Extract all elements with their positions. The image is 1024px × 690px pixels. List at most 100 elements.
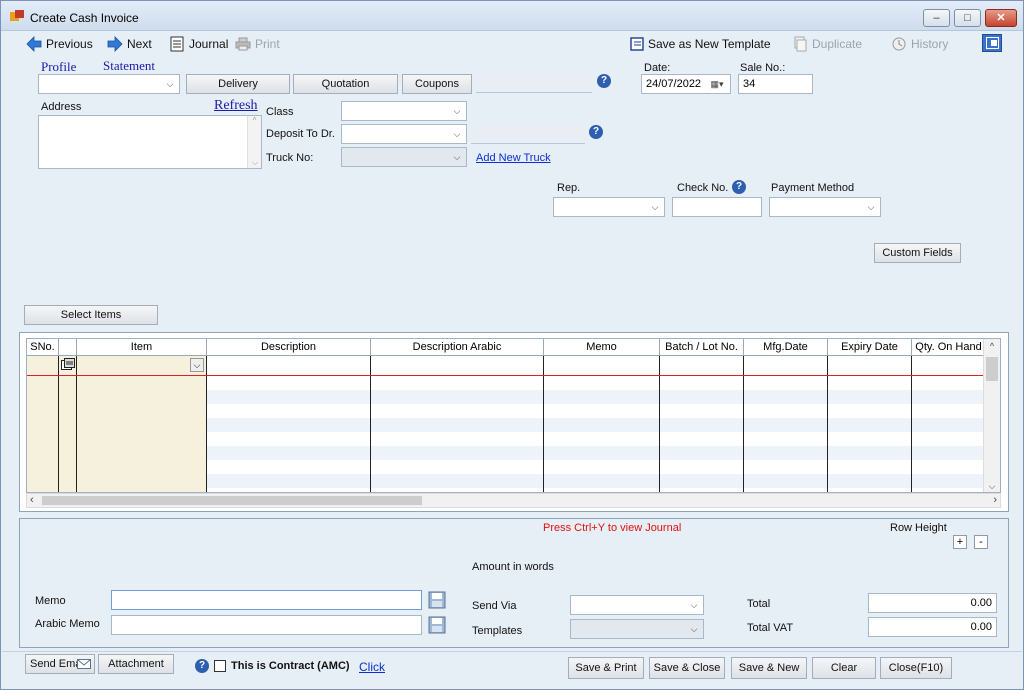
deposit-to-select[interactable]: ⌵ [341, 124, 467, 144]
total-value: 0.00 [868, 593, 997, 613]
close-button[interactable]: Close(F10) [880, 657, 952, 679]
col-header-memo[interactable]: Memo [544, 339, 660, 356]
help-icon[interactable]: ? [589, 125, 603, 139]
row-lookup-cell[interactable] [59, 357, 76, 373]
delivery-button[interactable]: Delivery [186, 74, 290, 94]
send-email-button[interactable]: Send Email [25, 654, 95, 674]
contract-click-link[interactable]: Click [359, 660, 385, 674]
save-icon[interactable] [428, 616, 446, 634]
select-items-button[interactable]: Select Items [24, 305, 158, 325]
save-icon[interactable] [428, 591, 446, 609]
journal-icon [170, 36, 184, 52]
layout-toggle-button[interactable] [982, 34, 1002, 52]
title-bar: Create Cash Invoice – □ ✕ [1, 1, 1023, 31]
class-label: Class [266, 106, 294, 118]
add-new-truck-link[interactable]: Add New Truck [476, 152, 551, 164]
col-header-batch[interactable]: Batch / Lot No. [660, 339, 744, 356]
sale-no-input[interactable]: 34 [738, 74, 813, 94]
save-new-button[interactable]: Save & New [731, 657, 807, 679]
arabic-memo-input[interactable] [111, 615, 422, 635]
col-header-expiry-date[interactable]: Expiry Date [828, 339, 912, 356]
payment-method-select[interactable]: ⌵ [769, 197, 881, 217]
close-window-button[interactable]: ✕ [985, 9, 1017, 27]
next-button[interactable]: Next [107, 35, 152, 53]
col-header-item[interactable]: Item [77, 339, 207, 356]
address-scrollbar[interactable]: ^ ⌵ [247, 116, 261, 168]
previous-button[interactable]: Previous [26, 35, 93, 53]
contract-checkbox[interactable] [214, 660, 226, 672]
date-picker[interactable]: 24/07/2022 ▦▾ [641, 74, 731, 94]
col-header-description-arabic[interactable]: Description Arabic [371, 339, 544, 356]
check-no-input[interactable] [672, 197, 762, 217]
save-print-button[interactable]: Save & Print [568, 657, 644, 679]
current-row-marker [27, 375, 985, 376]
print-button[interactable]: Print [235, 35, 280, 53]
scroll-thumb[interactable] [986, 357, 998, 381]
chevron-down-icon: ⌵ [453, 152, 461, 162]
send-via-select[interactable]: ⌵ [570, 595, 704, 615]
journal-hint: Press Ctrl+Y to view Journal [543, 522, 682, 534]
profile-link[interactable]: Profile [41, 59, 76, 75]
chevron-down-icon[interactable]: ⌵ [190, 358, 204, 372]
templates-select[interactable]: ⌵ [570, 619, 704, 639]
custom-fields-button[interactable]: Custom Fields [874, 243, 961, 263]
history-button[interactable]: History [891, 35, 948, 53]
address-label: Address [41, 101, 82, 113]
coupon-field[interactable] [476, 71, 592, 93]
duplicate-icon [794, 36, 807, 52]
deposit-account-field[interactable] [471, 122, 585, 144]
coupons-button[interactable]: Coupons [402, 74, 472, 94]
refresh-link[interactable]: Refresh [214, 98, 258, 114]
save-template-button[interactable]: Save as New Template [630, 35, 771, 53]
col-header-blank[interactable] [59, 339, 77, 356]
arabic-memo-label: Arabic Memo [35, 618, 100, 630]
help-icon[interactable]: ? [195, 659, 209, 673]
save-close-button[interactable]: Save & Close [649, 657, 725, 679]
grid-horizontal-scrollbar[interactable]: ‹ › [26, 493, 1001, 508]
items-grid-panel: SNo. Item Description Description Arabic… [19, 332, 1009, 512]
grid-vertical-scrollbar[interactable]: ^ ⌵ [983, 339, 1000, 492]
clear-button[interactable]: Clear [812, 657, 876, 679]
minimize-button[interactable]: – [923, 9, 950, 27]
email-icon [77, 659, 91, 669]
template-icon [630, 37, 644, 51]
col-header-description[interactable]: Description [207, 339, 371, 356]
journal-button[interactable]: Journal [169, 35, 228, 53]
address-textarea[interactable]: ^ ⌵ [38, 115, 262, 169]
attachment-button[interactable]: Attachment [98, 654, 174, 674]
window-layout-icon [986, 37, 999, 49]
send-via-label: Send Via [472, 600, 517, 612]
col-header-mfg-date[interactable]: Mfg.Date [744, 339, 828, 356]
truck-no-select[interactable]: ⌵ [341, 147, 467, 167]
row-height-plus-button[interactable]: + [953, 535, 967, 549]
row-height-minus-button[interactable]: - [974, 535, 988, 549]
help-icon[interactable]: ? [732, 180, 746, 194]
row-stripe [207, 474, 985, 488]
col-divider [76, 356, 77, 492]
maximize-button[interactable]: □ [954, 9, 981, 27]
templates-label: Templates [472, 625, 523, 637]
col-header-qty-on-hand[interactable]: Qty. On Hand [912, 339, 985, 356]
customer-select[interactable]: ⌵ [38, 74, 180, 94]
rep-label: Rep. [557, 182, 581, 194]
calendar-icon: ▦▾ [710, 79, 724, 89]
total-vat-label: Total VAT [747, 622, 794, 634]
duplicate-label: Duplicate [812, 37, 863, 51]
row-height-label: Row Height [890, 522, 947, 534]
row-stripe [207, 390, 985, 404]
quotation-button[interactable]: Quotation [293, 74, 398, 94]
scroll-thumb[interactable] [42, 496, 422, 505]
payment-method-label: Payment Method [771, 182, 855, 194]
arrow-right-icon [107, 36, 123, 52]
class-select[interactable]: ⌵ [341, 101, 467, 121]
memo-input[interactable] [111, 590, 422, 610]
rep-select[interactable]: ⌵ [553, 197, 665, 217]
items-grid[interactable]: SNo. Item Description Description Arabic… [26, 338, 1001, 493]
help-icon[interactable]: ? [597, 74, 611, 88]
duplicate-button[interactable]: Duplicate [792, 35, 862, 53]
deposit-to-label: Deposit To Dr. [266, 128, 335, 140]
scroll-up-icon: ^ [252, 116, 257, 125]
col-header-sno[interactable]: SNo. [27, 339, 59, 356]
statement-link[interactable]: Statement [103, 58, 155, 74]
date-label: Date: [644, 62, 671, 74]
